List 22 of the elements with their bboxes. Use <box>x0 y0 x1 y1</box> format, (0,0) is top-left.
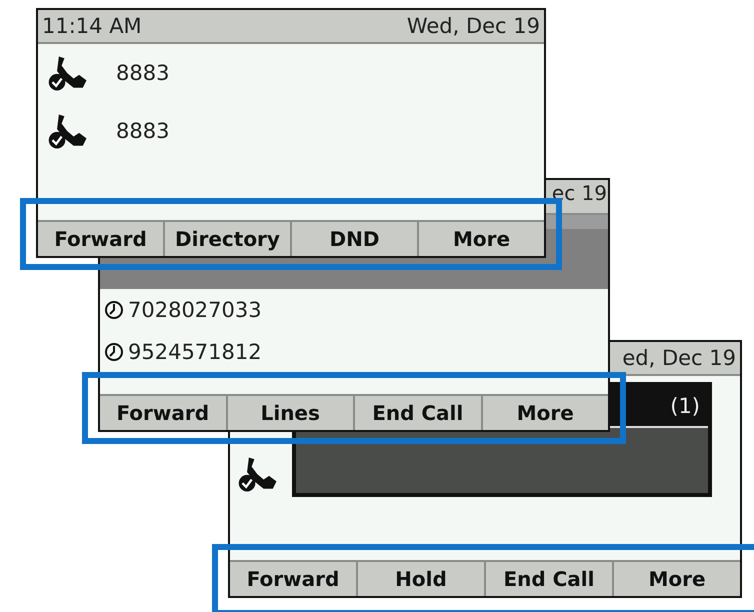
clock-icon <box>104 300 124 320</box>
line-number: 8883 <box>116 61 170 85</box>
call-count: (1) <box>670 394 700 418</box>
call-number: 9524571812 <box>128 340 262 364</box>
softkey-button[interactable]: Forward <box>230 562 356 596</box>
softkey-button[interactable]: End Call <box>353 396 480 430</box>
softkey-button[interactable]: More <box>417 222 544 256</box>
softkey-button[interactable]: Forward <box>100 396 226 430</box>
call-number: 7028027033 <box>128 298 262 322</box>
softkey-button[interactable]: DND <box>290 222 417 256</box>
softkey-button[interactable]: Directory <box>163 222 290 256</box>
date-label: Wed, Dec 19 <box>406 14 540 38</box>
line-number: 8883 <box>116 119 170 143</box>
softkey-button[interactable]: Forward <box>38 222 163 256</box>
softkey-button[interactable]: Lines <box>226 396 353 430</box>
softkey-button[interactable]: End Call <box>484 562 612 596</box>
clock-time: 11:14 AM <box>42 14 142 38</box>
softkey-button[interactable]: Hold <box>356 562 484 596</box>
clock-icon <box>104 342 124 362</box>
date-label: ed, Dec 19 <box>622 346 736 370</box>
softkey-button[interactable]: More <box>480 396 608 430</box>
softkey-button[interactable]: More <box>612 562 740 596</box>
